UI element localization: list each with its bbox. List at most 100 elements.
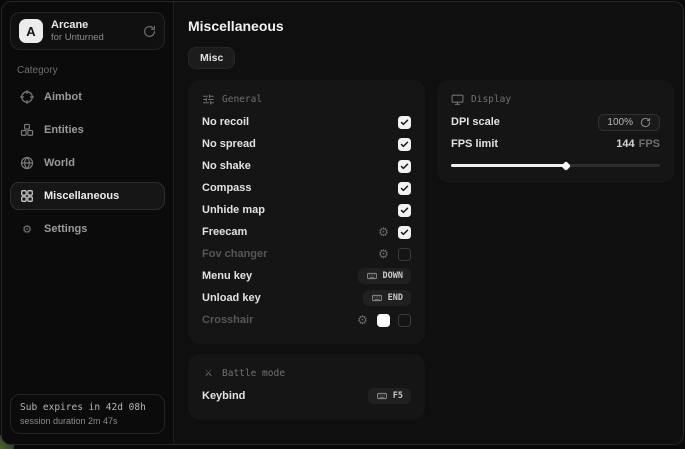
battle-mode-rows: Keybind F5 <box>202 385 411 407</box>
main-content: Miscellaneous Misc General No recoilNo s… <box>174 2 683 444</box>
setting-row-unhide-map: Unhide map <box>202 199 411 221</box>
dpi-scale-input[interactable]: 100% <box>598 114 660 131</box>
slider-fill <box>451 164 566 167</box>
grid-icon <box>20 189 34 203</box>
keyboard-icon <box>376 391 388 401</box>
sidebar-item-label: Aimbot <box>44 91 82 103</box>
keybind-keybind-button[interactable]: F5 <box>368 388 411 404</box>
app-subtitle: for Unturned <box>51 32 104 43</box>
compass-controls <box>398 182 411 195</box>
setting-row-menu-key: Menu key DOWN <box>202 265 411 287</box>
fov-changer-label: Fov changer <box>202 248 267 260</box>
sidebar-item-label: Settings <box>44 223 87 235</box>
freecam-gear-icon[interactable]: ⚙ <box>377 226 390 239</box>
compass-checkbox[interactable] <box>398 182 411 195</box>
menu-key-keybind-value: DOWN <box>383 271 403 281</box>
unhide-map-checkbox[interactable] <box>398 204 411 217</box>
fps-number: 144 <box>616 138 634 150</box>
brand-card: A Arcane for Unturned <box>10 12 165 50</box>
tab-misc[interactable]: Misc <box>188 47 235 69</box>
sidebar-item-settings[interactable]: ⚙ Settings <box>10 215 165 243</box>
keyboard-icon <box>371 293 383 303</box>
fps-limit-slider[interactable] <box>451 164 660 167</box>
display-card: Display DPI scale 100% FPS limit 144 FPS <box>437 80 674 183</box>
sliders-icon <box>202 93 215 106</box>
setting-row-freecam: Freecam ⚙ <box>202 221 411 243</box>
crosshair-checkbox[interactable] <box>398 314 411 327</box>
no-spread-controls <box>398 138 411 151</box>
keybind-keybind-value: F5 <box>393 391 403 401</box>
compass-label: Compass <box>202 182 252 194</box>
tab-bar: Misc <box>188 47 669 69</box>
no-shake-controls <box>398 160 411 173</box>
sidebar-item-label: Entities <box>44 124 84 136</box>
sidebar-item-miscellaneous[interactable]: Miscellaneous <box>10 182 165 210</box>
sidebar: A Arcane for Unturned Category Aimbot Ent… <box>2 2 174 444</box>
crosshair-color-swatch[interactable] <box>377 314 390 327</box>
menu-key-controls: DOWN <box>358 268 411 284</box>
fps-limit-value: 144 FPS <box>616 138 660 150</box>
battle-mode-card: ⚔ Battle mode Keybind F5 <box>188 354 425 420</box>
setting-row-fov-changer: Fov changer ⚙ <box>202 243 411 265</box>
general-card-header: General <box>202 93 411 106</box>
crosshair-gear-icon[interactable]: ⚙ <box>356 314 369 327</box>
unload-key-keybind-button[interactable]: END <box>363 290 411 306</box>
general-card: General No recoilNo spreadNo shakeCompas… <box>188 80 425 344</box>
setting-row-crosshair: Crosshair ⚙ <box>202 309 411 331</box>
keybind-label: Keybind <box>202 390 245 402</box>
subscription-info-box: Sub expires in 42d 08h session duration … <box>10 394 165 434</box>
battle-mode-card-title: Battle mode <box>222 368 285 379</box>
crosshair-controls: ⚙ <box>356 314 411 327</box>
fov-changer-checkbox[interactable] <box>398 248 411 261</box>
sidebar-item-label: World <box>44 157 75 169</box>
left-column: General No recoilNo spreadNo shakeCompas… <box>188 80 425 420</box>
fps-unit: FPS <box>639 138 660 150</box>
gear-icon: ⚙ <box>20 222 34 236</box>
fps-limit-row: FPS limit 144 FPS <box>451 133 660 155</box>
right-column: Display DPI scale 100% FPS limit 144 FPS <box>437 80 674 183</box>
setting-row-compass: Compass <box>202 177 411 199</box>
globe-icon <box>20 156 34 170</box>
sidebar-item-aimbot[interactable]: Aimbot <box>10 83 165 111</box>
swords-icon: ⚔ <box>202 367 215 380</box>
unload-key-label: Unload key <box>202 292 261 304</box>
display-card-title: Display <box>471 94 511 105</box>
freecam-label: Freecam <box>202 226 247 238</box>
no-spread-checkbox[interactable] <box>398 138 411 151</box>
sidebar-nav: Aimbot Entities World Miscellaneous ⚙ Setting… <box>10 83 165 248</box>
menu-key-keybind-button[interactable]: DOWN <box>358 268 411 284</box>
no-recoil-checkbox[interactable] <box>398 116 411 129</box>
slider-thumb[interactable] <box>561 161 571 171</box>
cheat-menu-window: A Arcane for Unturned Category Aimbot Ent… <box>1 1 684 445</box>
battle-mode-card-header: ⚔ Battle mode <box>202 367 411 380</box>
no-spread-label: No spread <box>202 138 256 150</box>
sidebar-item-world[interactable]: World <box>10 149 165 177</box>
display-card-header: Display <box>451 93 660 106</box>
no-shake-checkbox[interactable] <box>398 160 411 173</box>
reload-icon[interactable] <box>143 25 156 38</box>
no-recoil-controls <box>398 116 411 129</box>
crosshair-label: Crosshair <box>202 314 253 326</box>
category-label: Category <box>17 65 158 76</box>
fps-limit-label: FPS limit <box>451 138 498 150</box>
menu-key-label: Menu key <box>202 270 252 282</box>
sidebar-item-label: Miscellaneous <box>44 190 119 202</box>
fov-changer-gear-icon[interactable]: ⚙ <box>377 248 390 261</box>
keyboard-icon <box>366 271 378 281</box>
dpi-scale-label: DPI scale <box>451 116 500 128</box>
screen: A Arcane for Unturned Category Aimbot Ent… <box>0 0 685 449</box>
dpi-reset-icon[interactable] <box>640 117 651 128</box>
boxes-icon <box>20 123 34 137</box>
keybind-controls: F5 <box>368 388 411 404</box>
freecam-checkbox[interactable] <box>398 226 411 239</box>
unload-key-keybind-value: END <box>388 293 403 303</box>
unhide-map-label: Unhide map <box>202 204 265 216</box>
card-columns: General No recoilNo spreadNo shakeCompas… <box>188 80 669 420</box>
freecam-controls: ⚙ <box>377 226 411 239</box>
session-duration-text: session duration 2m 47s <box>20 416 155 426</box>
unload-key-controls: END <box>363 290 411 306</box>
dpi-scale-value: 100% <box>607 117 633 128</box>
general-card-title: General <box>222 94 262 105</box>
sidebar-item-entities[interactable]: Entities <box>10 116 165 144</box>
app-title: Arcane <box>51 19 104 31</box>
